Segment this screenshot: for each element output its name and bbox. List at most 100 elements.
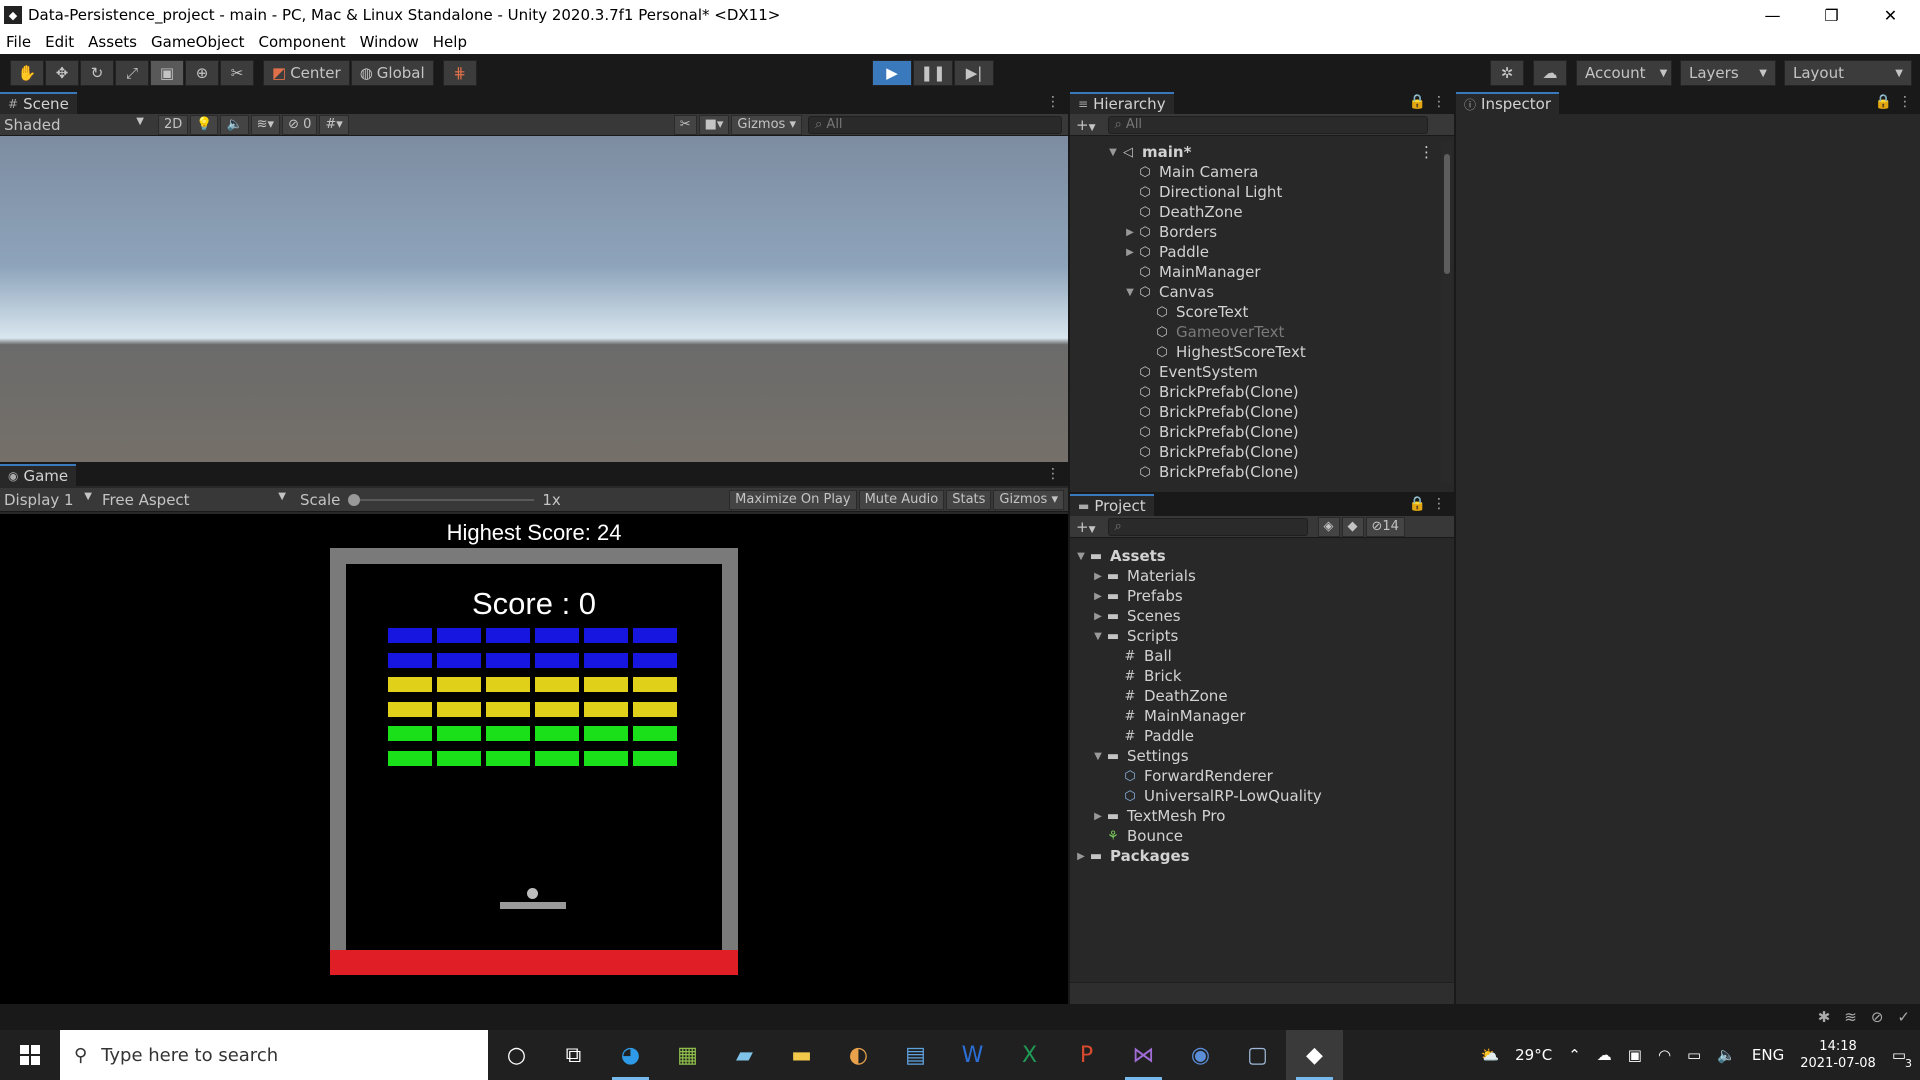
layers-dropdown[interactable]: Layers ▼ bbox=[1680, 60, 1776, 86]
transform-tool-icon[interactable]: ⊕ bbox=[185, 60, 219, 86]
project-item[interactable]: # Ball bbox=[1070, 646, 1440, 666]
hierarchy-item[interactable]: ⬡ MainManager bbox=[1070, 262, 1440, 282]
layout-dropdown[interactable]: Layout ▼ bbox=[1784, 60, 1912, 86]
expand-arrow-icon[interactable]: ▼ bbox=[1091, 631, 1105, 642]
lock-icon[interactable]: 🔒 bbox=[1409, 496, 1426, 512]
project-item[interactable]: ⬡ UniversalRP-LowQuality bbox=[1070, 786, 1440, 806]
collapse-arrow-icon[interactable]: ▶ bbox=[1091, 591, 1105, 602]
project-item[interactable]: ▶ ▬ TextMesh Pro bbox=[1070, 806, 1440, 826]
weather-icon[interactable]: ⛅ bbox=[1480, 1046, 1499, 1064]
scale-slider[interactable] bbox=[348, 493, 535, 507]
pause-button[interactable]: ❚❚ bbox=[913, 60, 953, 86]
edge-icon[interactable]: ◕ bbox=[602, 1030, 659, 1080]
hierarchy-scrollbar[interactable] bbox=[1442, 142, 1452, 482]
scale-tool-icon[interactable]: ⤢ bbox=[115, 60, 149, 86]
expand-arrow-icon[interactable]: ▼ bbox=[1091, 751, 1105, 762]
hierarchy-item[interactable]: ⬡ ScoreText bbox=[1070, 302, 1440, 322]
tools-icon[interactable]: ✂ bbox=[673, 114, 697, 135]
hierarchy-item[interactable]: ⬡ BrickPrefab(Clone) bbox=[1070, 462, 1440, 482]
hidden-packages-toggle[interactable]: ⊘ 14 bbox=[1365, 516, 1405, 537]
collapse-arrow-icon[interactable]: ▶ bbox=[1123, 247, 1137, 258]
scene-gizmos-dropdown[interactable]: Gizmos ▾ bbox=[731, 114, 802, 135]
onedrive-icon[interactable]: ☁ bbox=[1597, 1046, 1612, 1064]
game-gizmos-dropdown[interactable]: Gizmos ▾ bbox=[993, 489, 1064, 510]
step-button[interactable]: ▶| bbox=[954, 60, 994, 86]
create-dropdown[interactable]: +▼ bbox=[1076, 116, 1096, 134]
menu-gameobject[interactable]: GameObject bbox=[151, 33, 245, 51]
expand-arrow-icon[interactable]: ▼ bbox=[1106, 147, 1120, 158]
mode-2d-button[interactable]: 2D bbox=[158, 114, 189, 135]
restore-icon[interactable]: ❐ bbox=[1802, 0, 1861, 30]
hierarchy-item[interactable]: ⬡ BrickPrefab(Clone) bbox=[1070, 382, 1440, 402]
scale-slider-handle[interactable] bbox=[348, 493, 361, 506]
hierarchy-search-input[interactable]: ⌕ All bbox=[1107, 115, 1428, 134]
word-icon[interactable]: W bbox=[944, 1030, 1001, 1080]
notes-app-icon[interactable]: ▰ bbox=[716, 1030, 773, 1080]
paint-app-icon[interactable]: ◐ bbox=[830, 1030, 887, 1080]
project-item[interactable]: # MainManager bbox=[1070, 706, 1440, 726]
minimize-icon[interactable]: — bbox=[1743, 0, 1802, 30]
grid-snap-icon[interactable]: ⋕ bbox=[442, 60, 477, 86]
expand-arrow-icon[interactable]: ▼ bbox=[1123, 287, 1137, 298]
more-options-icon[interactable]: ⋮ bbox=[1898, 94, 1912, 110]
lighting-icon[interactable]: 💡 bbox=[190, 114, 219, 135]
hand-tool-icon[interactable]: ✋ bbox=[10, 60, 44, 86]
weather-temp[interactable]: 29°C bbox=[1515, 1046, 1552, 1064]
account-dropdown[interactable]: Account ▼ bbox=[1576, 60, 1672, 86]
project-item[interactable]: ▶ ▬ Scenes bbox=[1070, 606, 1440, 626]
menu-assets[interactable]: Assets bbox=[88, 33, 137, 51]
effects-icon[interactable]: ≋▾ bbox=[250, 114, 281, 135]
close-icon[interactable]: ✕ bbox=[1861, 0, 1920, 30]
custom-tool-icon[interactable]: ✂ bbox=[220, 60, 254, 86]
hierarchy-item[interactable]: ▶ ⬡ Borders bbox=[1070, 222, 1440, 242]
collapse-arrow-icon[interactable]: ▶ bbox=[1074, 851, 1088, 862]
notifications-button[interactable]: ▭ 3 bbox=[1892, 1046, 1912, 1070]
collapse-arrow-icon[interactable]: ▶ bbox=[1091, 611, 1105, 622]
rect-tool-icon[interactable]: ▣ bbox=[150, 60, 184, 86]
project-search-input[interactable]: ⌕ bbox=[1107, 517, 1308, 536]
tab-project[interactable]: ▬ Project bbox=[1070, 494, 1154, 516]
project-item[interactable]: ▼ ▬ Assets bbox=[1070, 546, 1440, 566]
tab-hierarchy[interactable]: ≡ Hierarchy bbox=[1070, 92, 1174, 114]
photos-app-icon[interactable]: ▦ bbox=[659, 1030, 716, 1080]
grid-icon[interactable]: #▾ bbox=[319, 114, 349, 135]
filter-type-icon[interactable]: ◈ bbox=[1317, 516, 1340, 537]
hierarchy-item[interactable]: ⬡ Main Camera bbox=[1070, 162, 1440, 182]
collapse-arrow-icon[interactable]: ▶ bbox=[1091, 571, 1105, 582]
hierarchy-item[interactable]: ⬡ GameoverText bbox=[1070, 322, 1440, 342]
menu-edit[interactable]: Edit bbox=[45, 33, 74, 51]
cloud-icon[interactable]: ☁ bbox=[1533, 60, 1567, 86]
project-item[interactable]: ⬡ ForwardRenderer bbox=[1070, 766, 1440, 786]
language-indicator[interactable]: ENG bbox=[1752, 1046, 1784, 1064]
filter-label-icon[interactable]: ◆ bbox=[1341, 516, 1364, 537]
mute-audio-toggle[interactable]: Mute Audio bbox=[858, 489, 945, 510]
more-options-icon[interactable]: ⋮ bbox=[1046, 94, 1060, 110]
collab-icon[interactable]: ✲ bbox=[1490, 60, 1524, 86]
volume-icon[interactable]: 🔈 bbox=[1717, 1046, 1736, 1064]
project-item[interactable]: ▶ ▬ Packages bbox=[1070, 846, 1440, 866]
cortana-icon[interactable]: ○ bbox=[488, 1030, 545, 1080]
aspect-dropdown[interactable]: Free Aspect ▼ bbox=[96, 491, 292, 509]
hierarchy-item[interactable]: ⬡ BrickPrefab(Clone) bbox=[1070, 442, 1440, 462]
battery-icon[interactable]: ▭ bbox=[1687, 1046, 1701, 1064]
rotate-tool-icon[interactable]: ↻ bbox=[80, 60, 114, 86]
security-icon[interactable]: ▣ bbox=[1628, 1046, 1642, 1064]
play-button[interactable]: ▶ bbox=[872, 60, 912, 86]
powerpoint-icon[interactable]: P bbox=[1058, 1030, 1115, 1080]
create-dropdown[interactable]: +▼ bbox=[1076, 518, 1096, 536]
start-button[interactable] bbox=[0, 1030, 60, 1080]
hierarchy-item[interactable]: ▼ ◁ main* ⋮ bbox=[1070, 142, 1440, 162]
unity-editor-icon[interactable]: ◆ bbox=[1286, 1030, 1343, 1080]
hierarchy-item[interactable]: ▼ ⬡ Canvas bbox=[1070, 282, 1440, 302]
project-item[interactable]: ▶ ▬ Materials bbox=[1070, 566, 1440, 586]
chevron-up-icon[interactable]: ⌃ bbox=[1568, 1046, 1581, 1064]
menu-help[interactable]: Help bbox=[433, 33, 467, 51]
collapse-arrow-icon[interactable]: ▶ bbox=[1091, 811, 1105, 822]
calculator-icon[interactable]: ▤ bbox=[887, 1030, 944, 1080]
project-item[interactable]: # DeathZone bbox=[1070, 686, 1440, 706]
hierarchy-item[interactable]: ▶ ⬡ Paddle bbox=[1070, 242, 1440, 262]
hierarchy-item[interactable]: ⬡ BrickPrefab(Clone) bbox=[1070, 422, 1440, 442]
app-window-icon[interactable]: ▢ bbox=[1229, 1030, 1286, 1080]
expand-arrow-icon[interactable]: ▼ bbox=[1074, 551, 1088, 562]
file-explorer-icon[interactable]: ▬ bbox=[773, 1030, 830, 1080]
